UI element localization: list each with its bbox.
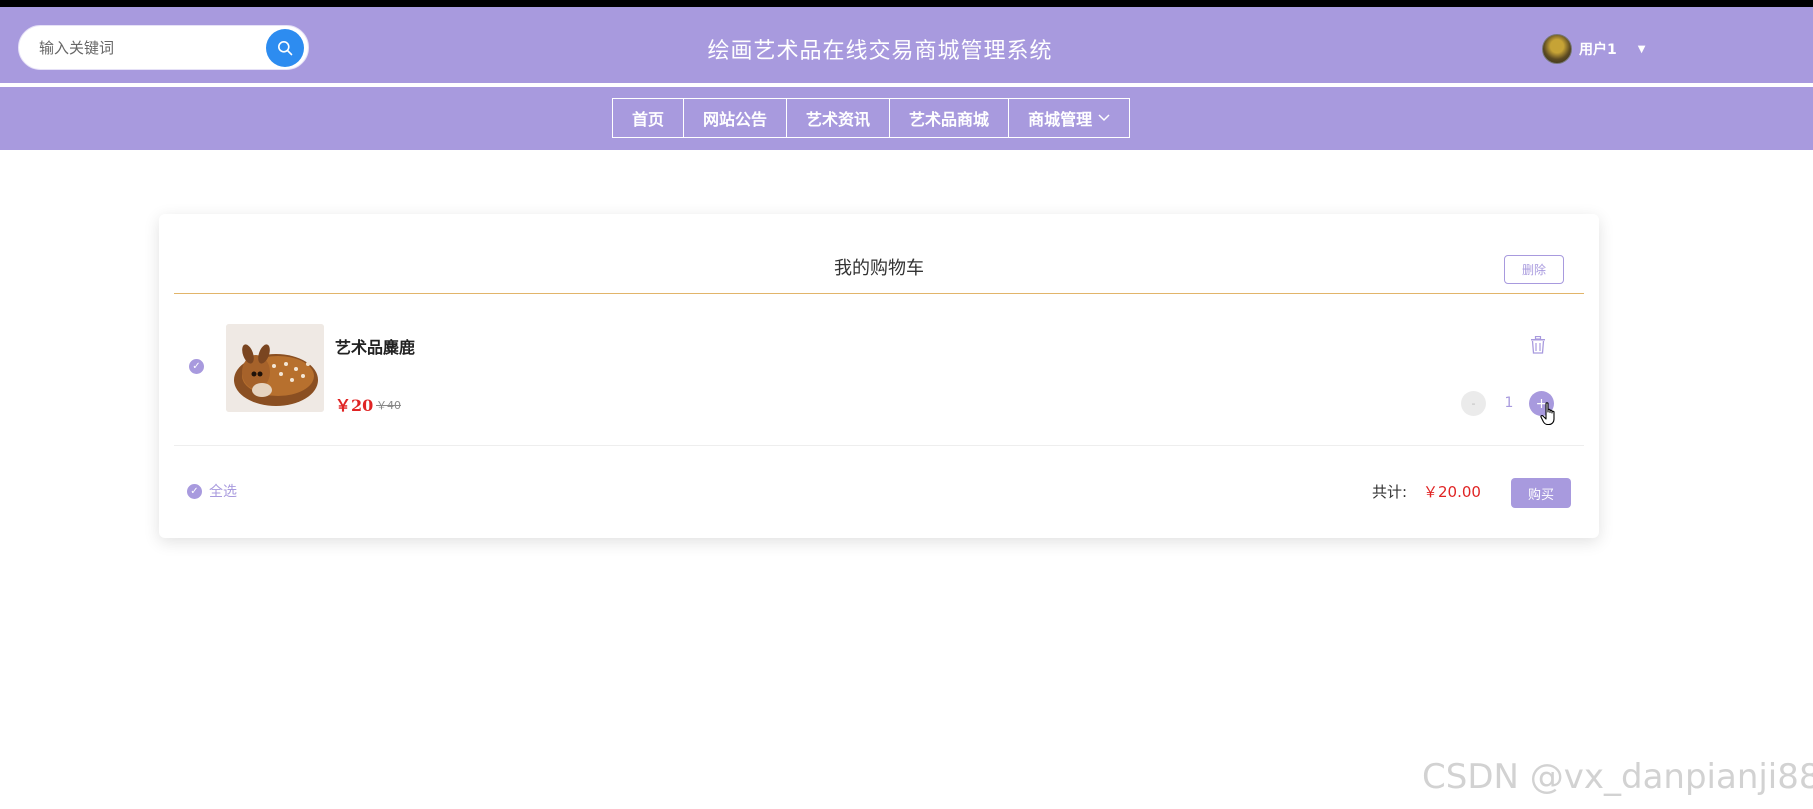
nav-item-art-news[interactable]: 艺术资讯 [786,98,891,138]
trash-icon[interactable] [1530,336,1546,354]
top-strip [0,0,1813,7]
cart-card: 我的购物车 删除 ✓ 艺术品麋鹿 ￥20 ￥40 - 1 + ✓ 全选 共计: … [159,214,1599,538]
nav-item-art-mall[interactable]: 艺术品商城 [889,98,1010,138]
nav-item-label: 商城管理 [1028,110,1093,129]
buy-button[interactable]: 购买 [1511,478,1571,508]
cart-item: ✓ 艺术品麋鹿 ￥20 ￥40 - 1 + [159,294,1599,460]
header: 绘画艺术品在线交易商城管理系统 用户1 ▼ [0,7,1813,85]
select-all-label[interactable]: 全选 [209,481,237,501]
delete-button[interactable]: 删除 [1504,255,1564,284]
cart-title: 我的购物车 [834,258,924,279]
navbar: 首页 网站公告 艺术资讯 艺术品商城 商城管理 [0,87,1813,150]
avatar[interactable] [1542,34,1572,64]
watermark: CSDN @vx_danpianji889 [1422,757,1813,797]
check-icon: ✓ [192,360,201,372]
nav-item-label: 网站公告 [703,110,768,129]
chevron-down-icon [1098,114,1110,122]
product-original-price: ￥40 [376,399,401,412]
caret-down-icon[interactable]: ▼ [1638,44,1646,55]
user-menu[interactable]: 用户1 ▼ [1542,33,1645,65]
product-image[interactable] [226,324,324,412]
quantity-decrease-button[interactable]: - [1461,391,1486,416]
user-name: 用户1 [1579,42,1617,58]
product-price: ￥20 [335,396,374,415]
product-name[interactable]: 艺术品麋鹿 [335,334,415,358]
nav-item-home[interactable]: 首页 [612,98,685,138]
site-title: 绘画艺术品在线交易商城管理系统 [707,39,1053,64]
nav-item-label: 首页 [632,110,665,129]
select-all-checkbox[interactable]: ✓ [187,484,202,499]
check-icon: ✓ [190,485,199,497]
quantity-value: 1 [1504,395,1514,411]
hand-pointer-icon [1540,402,1555,426]
deer-illustration [226,324,324,412]
total-value: ￥20.00 [1423,483,1481,501]
item-checkbox[interactable]: ✓ [189,359,204,374]
total-label: 共计: [1372,483,1408,501]
nav-item-mall-management[interactable]: 商城管理 [1008,98,1131,138]
nav-item-label: 艺术资讯 [806,110,871,129]
row-divider [174,445,1584,446]
nav-item-announcements[interactable]: 网站公告 [683,98,788,138]
nav-item-label: 艺术品商城 [909,110,990,129]
nav-list: 首页 网站公告 艺术资讯 艺术品商城 商城管理 [612,98,1131,138]
